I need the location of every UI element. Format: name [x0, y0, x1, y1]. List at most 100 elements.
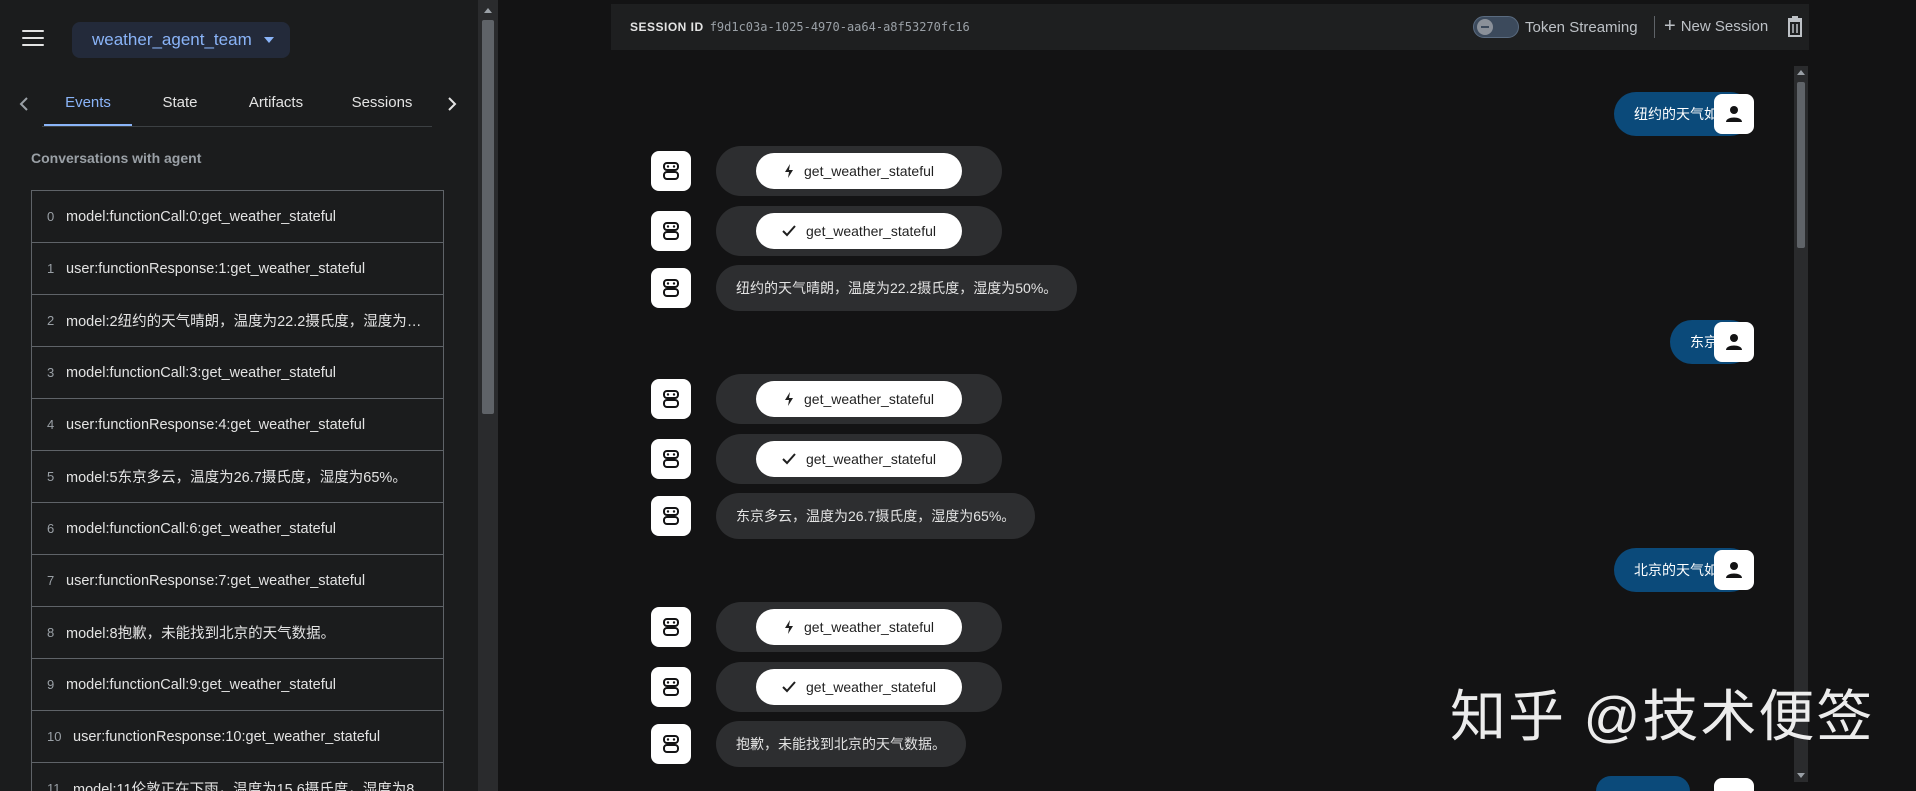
tab-sessions[interactable]: Sessions	[338, 80, 426, 126]
user-avatar-icon	[1714, 94, 1754, 134]
bot-avatar-icon	[651, 379, 691, 419]
bolt-icon	[785, 620, 793, 634]
session-id-label: SESSION ID	[630, 20, 704, 34]
event-row[interactable]: 0 model:functionCall:0:get_weather_statef…	[31, 191, 444, 243]
tab-state[interactable]: State	[142, 80, 218, 126]
function-response-chip[interactable]: get_weather_stateful	[756, 213, 962, 249]
event-text: model:5东京多云，温度为26.7摄氏度，湿度为65%。	[66, 470, 407, 486]
agent-select-value: weather_agent_team	[92, 30, 252, 49]
tab-events[interactable]: Events	[44, 80, 132, 126]
event-row[interactable]: 9 model:functionCall:9:get_weather_statef…	[31, 659, 444, 711]
event-row[interactable]: 4 user:functionResponse:4:get_weather_sta…	[31, 399, 444, 451]
event-text: user:functionResponse:10:get_weather_sta…	[73, 728, 381, 745]
event-text: model:11伦敦正在下雨，温度为15.6摄氏度，湿度为8…	[73, 782, 429, 791]
event-row[interactable]: 1 user:functionResponse:1:get_weather_sta…	[31, 243, 444, 295]
event-text: model:8抱歉，未能找到北京的天气数据。	[66, 626, 336, 642]
chat-area: SESSION ID f9d1c03a-1025-4970-aa64-a8f53…	[498, 0, 1916, 791]
session-id-value: f9d1c03a-1025-4970-aa64-a8f53270fc16	[709, 20, 970, 34]
plus-icon: +	[1664, 15, 1676, 37]
function-response-bubble: get_weather_stateful	[716, 206, 1002, 256]
scroll-up-icon[interactable]	[1797, 70, 1805, 75]
event-text: model:functionCall:0:get_weather_statefu…	[66, 208, 337, 225]
events-section-title: Conversations with agent	[31, 150, 202, 166]
event-row[interactable]: 6 model:functionCall:6:get_weather_statef…	[31, 503, 444, 555]
event-index: 1	[47, 261, 55, 276]
event-index: 3	[47, 365, 55, 380]
function-call-bubble: get_weather_stateful	[716, 146, 1002, 196]
function-call-bubble: get_weather_stateful	[716, 602, 1002, 652]
event-row[interactable]: 3 model:functionCall:3:get_weather_statef…	[31, 347, 444, 399]
toggle-knob	[1477, 19, 1493, 35]
agent-select[interactable]: weather_agent_team	[72, 22, 290, 58]
event-row[interactable]: 11 model:11伦敦正在下雨，温度为15.6摄氏度，湿度为8…	[31, 763, 444, 791]
check-icon	[782, 453, 796, 465]
caret-down-icon	[263, 37, 274, 43]
function-call-chip[interactable]: get_weather_stateful	[756, 381, 962, 417]
function-call-bubble: get_weather_stateful	[716, 374, 1002, 424]
event-text: user:functionResponse:1:get_weather_stat…	[66, 260, 366, 277]
event-text: model:functionCall:6:get_weather_statefu…	[66, 520, 337, 537]
event-index: 7	[47, 573, 55, 588]
event-row[interactable]: 5 model:5东京多云，温度为26.7摄氏度，湿度为65%。	[31, 451, 444, 503]
scrollbar-thumb[interactable]	[1797, 82, 1805, 248]
function-response-bubble: get_weather_stateful	[716, 662, 1002, 712]
function-call-chip[interactable]: get_weather_stateful	[756, 609, 962, 645]
token-streaming-label: Token Streaming	[1525, 19, 1638, 36]
delete-session-icon[interactable]	[1786, 16, 1804, 38]
event-text: user:functionResponse:7:get_weather_stat…	[66, 572, 366, 589]
event-row[interactable]: 10 user:functionResponse:10:get_weather_s…	[31, 711, 444, 763]
event-index: 0	[47, 209, 55, 224]
event-index: 6	[47, 521, 55, 536]
event-index: 4	[47, 417, 55, 432]
chevron-right-icon[interactable]	[440, 92, 464, 116]
toolbar-divider	[1654, 16, 1655, 38]
bot-avatar-icon	[651, 268, 691, 308]
new-session-button[interactable]: + New Session	[1664, 15, 1769, 37]
event-index: 9	[47, 677, 55, 692]
side-scrollbar[interactable]	[478, 0, 498, 791]
scrollbar-thumb[interactable]	[482, 20, 494, 414]
event-row[interactable]: 7 user:functionResponse:7:get_weather_sta…	[31, 555, 444, 607]
check-icon	[782, 681, 796, 693]
menu-icon[interactable]	[22, 30, 44, 50]
side-panel: weather_agent_team Events State Artifact…	[0, 0, 478, 791]
event-text: user:functionResponse:4:get_weather_stat…	[66, 416, 366, 433]
event-index: 8	[47, 625, 55, 640]
check-icon	[782, 225, 796, 237]
scroll-up-icon[interactable]	[484, 8, 492, 13]
event-index: 2	[47, 313, 55, 328]
app-root: weather_agent_team Events State Artifact…	[0, 0, 1916, 791]
bot-message: 东京多云，温度为26.7摄氏度，湿度为65%。	[716, 493, 1036, 539]
tab-divider	[42, 126, 432, 127]
bot-avatar-icon	[651, 724, 691, 764]
function-name: get_weather_stateful	[804, 163, 934, 179]
bot-avatar-icon	[651, 496, 691, 536]
event-index: 11	[47, 781, 61, 791]
event-list: 0 model:functionCall:0:get_weather_statef…	[31, 190, 444, 791]
tab-artifacts[interactable]: Artifacts	[236, 80, 316, 126]
function-response-chip[interactable]: get_weather_stateful	[756, 669, 962, 705]
bot-avatar-icon	[651, 151, 691, 191]
bot-avatar-icon	[651, 439, 691, 479]
event-row[interactable]: 8 model:8抱歉，未能找到北京的天气数据。	[31, 607, 444, 659]
function-name: get_weather_stateful	[806, 451, 936, 467]
watermark: 知乎 @技术便签	[1450, 685, 1875, 748]
bot-message: 纽约的天气晴朗，温度为22.2摄氏度，湿度为50%。	[716, 265, 1078, 311]
function-name: get_weather_stateful	[806, 223, 936, 239]
event-index: 5	[47, 469, 55, 484]
new-session-label: New Session	[1680, 17, 1769, 35]
function-response-chip[interactable]: get_weather_stateful	[756, 441, 962, 477]
bot-message: 抱歉，未能找到北京的天气数据。	[716, 721, 966, 767]
event-text: model:2纽约的天气晴朗，温度为22.2摄氏度，湿度为5…	[66, 314, 426, 330]
function-call-chip[interactable]: get_weather_stateful	[756, 153, 962, 189]
event-row[interactable]: 2 model:2纽约的天气晴朗，温度为22.2摄氏度，湿度为5…	[31, 295, 444, 347]
function-name: get_weather_stateful	[806, 679, 936, 695]
scroll-down-icon[interactable]	[1797, 773, 1805, 778]
function-name: get_weather_stateful	[804, 619, 934, 635]
function-name: get_weather_stateful	[804, 391, 934, 407]
session-bar: SESSION ID f9d1c03a-1025-4970-aa64-a8f53…	[611, 4, 1809, 50]
bolt-icon	[785, 164, 793, 178]
chevron-left-icon[interactable]	[12, 92, 36, 116]
bolt-icon	[785, 392, 793, 406]
token-streaming-toggle[interactable]	[1473, 16, 1519, 38]
